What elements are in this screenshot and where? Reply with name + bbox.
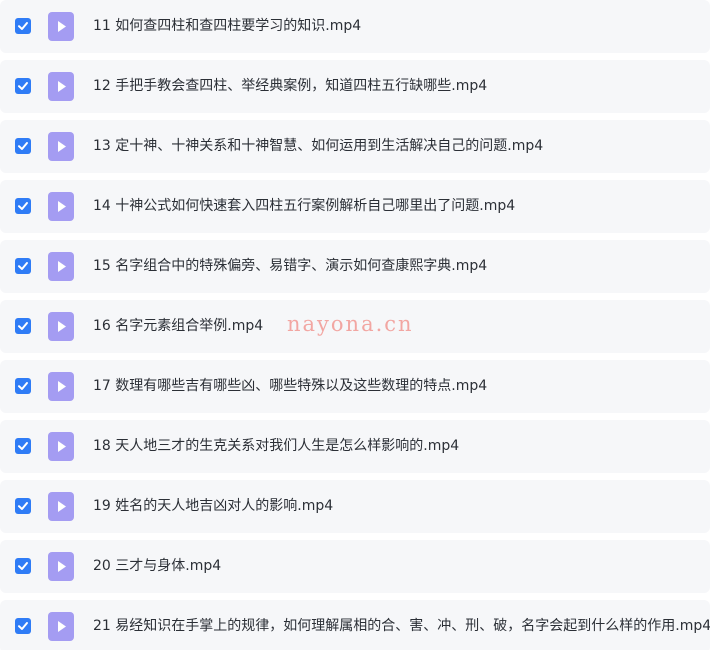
file-name[interactable]: 17 数理有哪些吉有哪些凶、哪些特殊以及这些数理的特点.mp4 [93,360,487,413]
checkbox[interactable] [15,18,31,34]
file-name[interactable]: 14 十神公式如何快速套入四柱五行案例解析自己哪里出了问题.mp4 [93,180,515,233]
checkmark-icon [18,562,28,570]
list-item[interactable]: 12 手把手教会查四柱、举经典案例，知道四柱五行缺哪些.mp4 [0,60,710,113]
checkbox[interactable] [15,498,31,514]
video-file-icon [48,612,74,641]
video-file-icon [48,252,74,281]
checkmark-icon [18,142,28,150]
checkmark-icon [18,22,28,30]
checkbox[interactable] [15,258,31,274]
checkmark-icon [18,202,28,210]
checkmark-icon [18,382,28,390]
list-item[interactable]: 13 定十神、十神关系和十神智慧、如何运用到生活解决自己的问题.mp4 [0,120,710,173]
file-name[interactable]: 11 如何查四柱和查四柱要学习的知识.mp4 [93,0,361,53]
list-item[interactable]: 19 姓名的天人地吉凶对人的影响.mp4 [0,480,710,533]
video-file-icon [48,72,74,101]
checkmark-icon [18,622,28,630]
list-item[interactable]: 20 三才与身体.mp4 [0,540,710,593]
watermark: nayona.cn [287,312,414,336]
checkbox[interactable] [15,378,31,394]
checkbox[interactable] [15,198,31,214]
file-list: 11 如何查四柱和查四柱要学习的知识.mp4 12 手把手教会查四柱、举经典案例… [0,0,710,650]
file-name[interactable]: 20 三才与身体.mp4 [93,540,221,593]
checkmark-icon [18,262,28,270]
list-item[interactable]: 17 数理有哪些吉有哪些凶、哪些特殊以及这些数理的特点.mp4 [0,360,710,413]
video-file-icon [48,132,74,161]
checkmark-icon [18,82,28,90]
checkbox[interactable] [15,138,31,154]
video-file-icon [48,432,74,461]
video-file-icon [48,492,74,521]
file-name[interactable]: 15 名字组合中的特殊偏旁、易错字、演示如何查康熙字典.mp4 [93,240,487,293]
video-file-icon [48,192,74,221]
checkmark-icon [18,502,28,510]
list-item[interactable]: 18 天人地三才的生克关系对我们人生是怎么样影响的.mp4 [0,420,710,473]
video-file-icon [48,372,74,401]
file-name[interactable]: 13 定十神、十神关系和十神智慧、如何运用到生活解决自己的问题.mp4 [93,120,543,173]
file-name[interactable]: 18 天人地三才的生克关系对我们人生是怎么样影响的.mp4 [93,420,459,473]
checkmark-icon [18,322,28,330]
list-item[interactable]: 15 名字组合中的特殊偏旁、易错字、演示如何查康熙字典.mp4 [0,240,710,293]
video-file-icon [48,12,74,41]
checkbox[interactable] [15,618,31,634]
file-name[interactable]: 19 姓名的天人地吉凶对人的影响.mp4 [93,480,333,533]
list-item[interactable]: 21 易经知识在手掌上的规律，如何理解属相的合、害、冲、刑、破，名字会起到什么样… [0,600,710,650]
video-file-icon [48,552,74,581]
file-name[interactable]: 21 易经知识在手掌上的规律，如何理解属相的合、害、冲、刑、破，名字会起到什么样… [93,600,710,650]
checkbox[interactable] [15,78,31,94]
list-item[interactable]: 14 十神公式如何快速套入四柱五行案例解析自己哪里出了问题.mp4 [0,180,710,233]
checkbox[interactable] [15,558,31,574]
checkbox[interactable] [15,438,31,454]
checkbox[interactable] [15,318,31,334]
file-name[interactable]: 16 名字元素组合举例.mp4 [93,300,263,353]
file-name[interactable]: 12 手把手教会查四柱、举经典案例，知道四柱五行缺哪些.mp4 [93,60,487,113]
list-item[interactable]: 11 如何查四柱和查四柱要学习的知识.mp4 [0,0,710,53]
checkmark-icon [18,442,28,450]
video-file-icon [48,312,74,341]
